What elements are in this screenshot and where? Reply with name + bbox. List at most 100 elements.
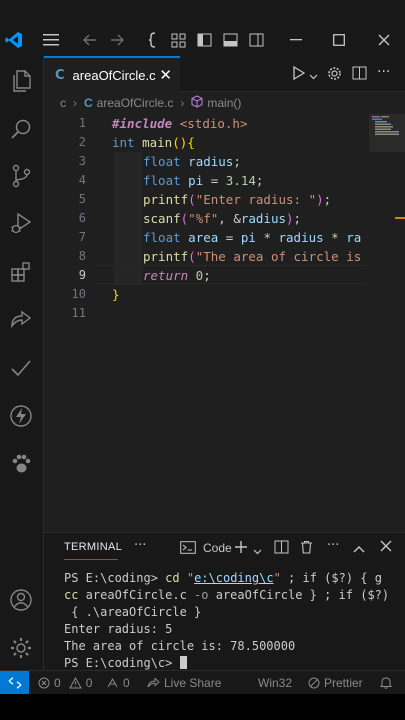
- terminal-quote: ": [273, 571, 281, 585]
- token-control-keyword: return: [143, 268, 189, 283]
- hamburger-menu-icon[interactable]: [40, 24, 62, 56]
- terminal-panel: TERMINAL ··· Code ··· PS E:\coding> cd "…: [44, 532, 405, 670]
- line-number: 8: [78, 249, 86, 263]
- token-variable: pi: [180, 173, 204, 188]
- code-line-6: scanf("%f", &radius);: [143, 211, 301, 226]
- tab-terminal[interactable]: TERMINAL: [64, 541, 122, 553]
- ports-count: 0: [123, 676, 130, 690]
- ports-status[interactable]: 0: [106, 676, 130, 690]
- remote-explorer-icon[interactable]: [4, 303, 38, 337]
- maximize-icon[interactable]: [330, 24, 348, 56]
- token-variable: area: [180, 230, 219, 245]
- panel-more-icon[interactable]: ···: [134, 538, 146, 553]
- token-bracket: {: [187, 135, 195, 150]
- forward-arrow-icon[interactable]: [107, 24, 127, 56]
- terminal-command: cd: [165, 571, 180, 585]
- prettier-disabled-icon: [308, 677, 320, 689]
- terminal-line-2: cc areaOfCircle.c -o areaOfCircle } ; if…: [64, 588, 389, 605]
- thunder-client-icon[interactable]: [4, 399, 38, 433]
- problems-status[interactable]: 0 0: [38, 676, 92, 690]
- line-number: 4: [78, 173, 86, 187]
- panel-overflow-icon[interactable]: ···: [327, 538, 339, 553]
- warning-icon: [68, 677, 82, 689]
- prettier-status[interactable]: Prettier: [308, 676, 363, 690]
- more-actions-icon[interactable]: ···: [377, 64, 390, 80]
- close-panel-icon[interactable]: [380, 540, 392, 556]
- ports-antenna-icon: [107, 677, 118, 688]
- vscode-logo-icon: [4, 24, 24, 56]
- token-variable: ra: [346, 230, 362, 245]
- token-function: printf: [143, 249, 189, 264]
- customize-layout-icon[interactable]: [168, 24, 188, 56]
- breadcrumb-folder[interactable]: c: [60, 96, 66, 110]
- token-function: printf: [143, 192, 189, 207]
- code-line-4: float pi = 3.14;: [143, 173, 263, 188]
- paw-extension-icon[interactable]: [4, 447, 38, 481]
- editor-settings-gear-icon[interactable]: [327, 66, 342, 85]
- code-editor[interactable]: 1 2 3 4 5 6 7 8 9 10 11 #include <stdio.…: [44, 114, 405, 532]
- token-bracket: ): [286, 211, 294, 226]
- token-preprocessor: #include: [112, 116, 173, 131]
- run-debug-icon[interactable]: [4, 206, 38, 240]
- platform-status[interactable]: Win32: [258, 676, 292, 690]
- terminal-text: areaOfCircle } ; if ($?): [208, 588, 390, 602]
- warning-count: 0: [85, 676, 93, 690]
- close-icon[interactable]: [375, 24, 393, 56]
- token-bracket: (: [172, 135, 180, 150]
- toggle-primary-sidebar-icon[interactable]: [194, 24, 214, 56]
- terminal-profile-label[interactable]: Code: [203, 541, 232, 555]
- terminal-command: cc: [64, 588, 79, 602]
- symbol-method-icon: [191, 95, 203, 111]
- line-number: 11: [71, 306, 86, 320]
- copilot-icon[interactable]: [146, 24, 160, 56]
- breadcrumb-separator: ›: [73, 96, 77, 110]
- breadcrumb-file[interactable]: areaOfCircle.c: [97, 96, 174, 110]
- terminal-text: areaOfCircle.c: [78, 588, 195, 602]
- testing-icon[interactable]: [4, 351, 38, 385]
- title-bar-row: [0, 24, 405, 56]
- tab-close-icon[interactable]: ✕: [159, 66, 172, 84]
- search-icon[interactable]: [4, 112, 38, 146]
- token-operator: =: [218, 230, 241, 245]
- notifications-status[interactable]: [380, 676, 392, 689]
- back-arrow-icon[interactable]: [80, 24, 100, 56]
- breadcrumb-symbol[interactable]: main(): [207, 96, 241, 110]
- token-operator: *: [323, 230, 347, 245]
- new-terminal-plus-icon[interactable]: [234, 540, 248, 558]
- minimap[interactable]: [369, 114, 405, 532]
- token-string: <stdio.h>: [172, 116, 248, 131]
- extensions-icon[interactable]: [4, 255, 38, 289]
- run-dropdown-chevron-icon[interactable]: [309, 68, 318, 84]
- code-line-1: #include <stdio.h>: [112, 116, 247, 131]
- token-string: "The area of circle is: [195, 249, 362, 264]
- terminal-dropdown-chevron-icon[interactable]: [253, 544, 262, 559]
- token-bracket: (: [188, 192, 196, 207]
- token-function: main: [134, 135, 173, 150]
- live-share-status[interactable]: Live Share: [147, 676, 221, 690]
- remote-indicator[interactable]: [0, 671, 29, 695]
- token-operator: *: [255, 230, 279, 245]
- line-number: 1: [78, 116, 86, 130]
- token-operator: =: [203, 173, 226, 188]
- c-file-icon: C: [84, 96, 93, 110]
- explorer-icon[interactable]: [4, 64, 38, 98]
- manage-gear-icon[interactable]: [4, 631, 38, 665]
- token-number: 3.14: [225, 173, 256, 188]
- terminal-line-4: Enter radius: 5: [64, 622, 173, 636]
- notifications-bell-icon: [380, 677, 392, 689]
- token-bracket: }: [112, 287, 120, 302]
- terminal-path-link[interactable]: e:\coding\c: [194, 571, 273, 585]
- maximize-panel-icon[interactable]: [353, 542, 365, 557]
- source-control-icon[interactable]: [4, 159, 38, 193]
- split-terminal-icon[interactable]: [274, 540, 289, 558]
- toggle-secondary-sidebar-icon[interactable]: [246, 24, 266, 56]
- accounts-icon[interactable]: [4, 583, 38, 617]
- breadcrumb-separator: ›: [180, 96, 185, 110]
- toggle-panel-icon[interactable]: [220, 24, 240, 56]
- minimize-icon[interactable]: [287, 24, 305, 56]
- kill-terminal-trash-icon[interactable]: [300, 540, 313, 558]
- split-editor-icon[interactable]: [352, 66, 367, 84]
- tab-areaofcircle[interactable]: C areaOfCircle.c ✕: [44, 56, 180, 92]
- run-file-icon[interactable]: [293, 65, 306, 84]
- code-line-9: return 0;: [143, 268, 211, 283]
